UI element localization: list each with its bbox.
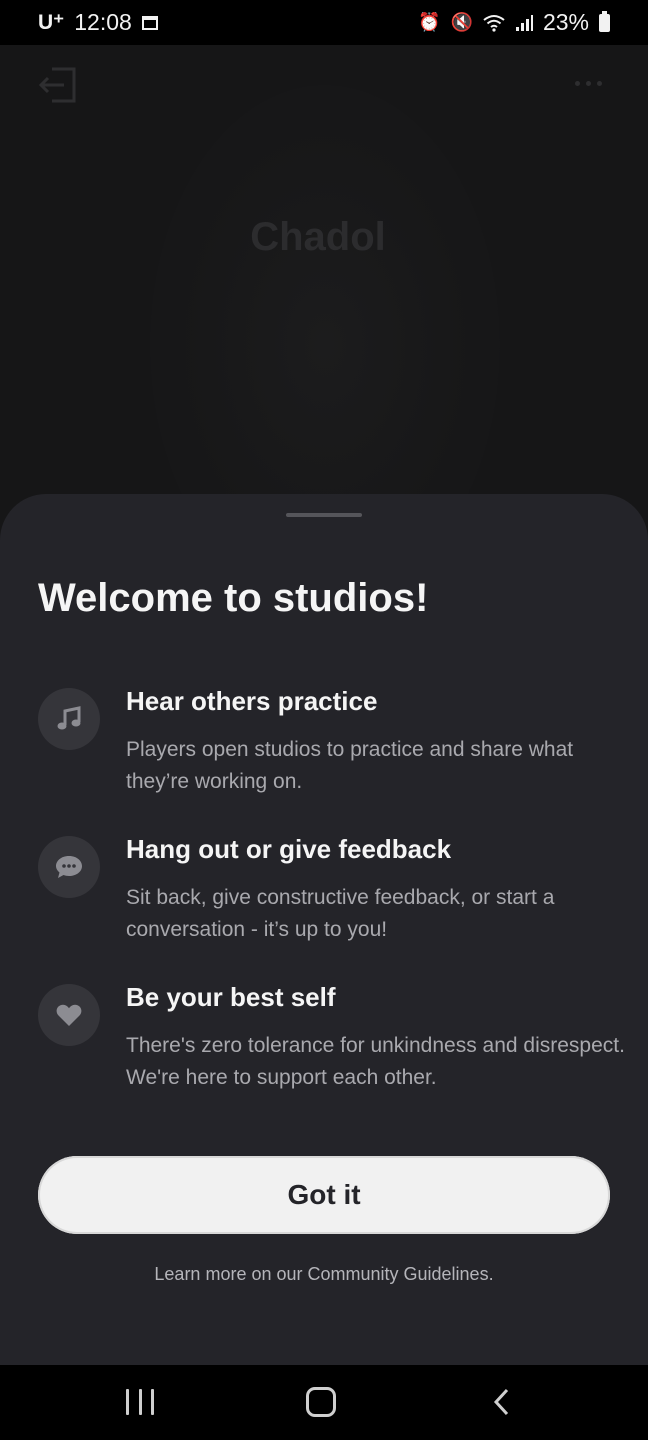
calendar-icon <box>141 15 158 30</box>
feature-title: Be your best self <box>126 982 336 1012</box>
status-bar: U⁺ 12:08 ⏰ 🔇 23% <box>0 0 648 45</box>
music-note-icon <box>38 688 100 750</box>
home-button[interactable] <box>306 1387 336 1417</box>
heart-icon <box>38 984 100 1046</box>
alarm-icon: ⏰ <box>418 12 441 32</box>
got-it-button[interactable]: Got it <box>38 1156 610 1234</box>
mute-icon: 🔇 <box>450 12 473 32</box>
back-button[interactable] <box>490 1387 514 1417</box>
feature-title: Hear others practice <box>126 686 378 716</box>
battery-percent: 23% <box>542 9 589 35</box>
welcome-bottom-sheet: Welcome to studios! Hear others practice… <box>0 494 648 1365</box>
feature-description: There's zero tolerance for unkindness an… <box>126 1034 625 1089</box>
sheet-title: Welcome to studios! <box>38 576 429 620</box>
more-options-icon[interactable] <box>575 73 607 93</box>
feature-description: Sit back, give constructive feedback, or… <box>126 886 555 941</box>
status-right: ⏰ 🔇 23% <box>418 9 610 36</box>
community-guidelines-link[interactable]: Learn more on our Community Guidelines. <box>0 1264 648 1285</box>
battery-icon <box>599 10 610 32</box>
feature-title: Hang out or give feedback <box>126 834 452 864</box>
system-navigation-bar <box>0 1365 648 1440</box>
chat-bubble-icon <box>38 836 100 898</box>
wifi-icon <box>483 14 505 32</box>
recent-apps-button[interactable] <box>126 1389 154 1415</box>
signal-icon <box>515 14 533 31</box>
clock: 12:08 <box>74 9 132 35</box>
leave-studio-icon[interactable] <box>38 67 78 103</box>
studio-title: Chadol <box>250 215 386 259</box>
carrier-label: U⁺ <box>38 11 65 34</box>
sheet-drag-handle[interactable] <box>286 513 362 517</box>
feature-description: Players open studios to practice and sha… <box>126 738 574 793</box>
status-left: U⁺ 12:08 <box>38 9 158 36</box>
